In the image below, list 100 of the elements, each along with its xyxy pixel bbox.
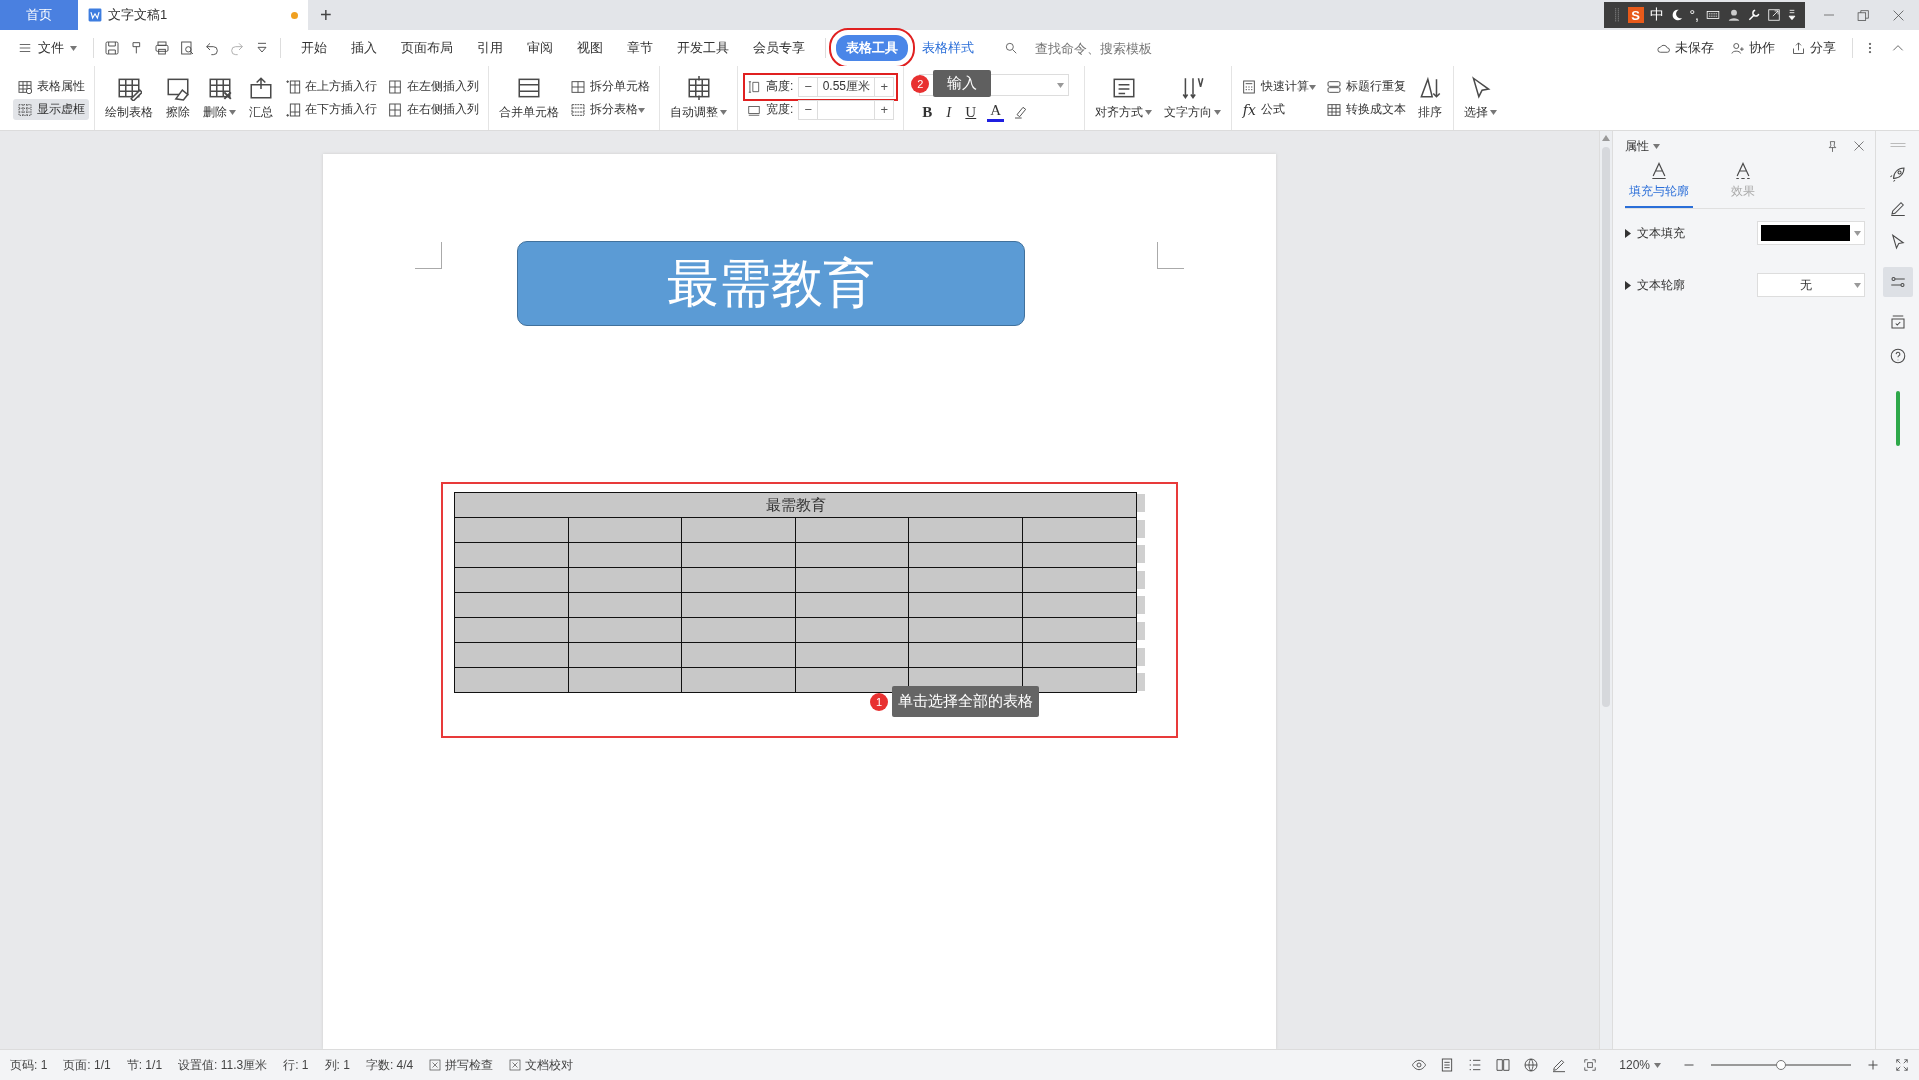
table-cell[interactable] <box>454 592 569 618</box>
row-handle[interactable] <box>1137 596 1145 615</box>
table-cell[interactable] <box>795 642 909 668</box>
rocket-icon[interactable] <box>1888 165 1907 183</box>
row-handle[interactable] <box>1137 673 1145 692</box>
table-cell[interactable] <box>454 567 569 593</box>
caret-icon[interactable] <box>1145 110 1153 115</box>
ribbon-button[interactable]: 合并单元格 <box>494 68 564 128</box>
table-title-cell[interactable]: 最需教育 <box>454 492 1137 518</box>
inbox-check-icon[interactable] <box>1888 313 1907 331</box>
ribbon-button[interactable]: 显示虚框 <box>13 99 89 120</box>
select-dropdown[interactable]: 无 <box>1757 273 1865 297</box>
color-dropdown[interactable] <box>1757 221 1865 245</box>
caret-icon[interactable] <box>1214 110 1222 115</box>
ribbon-button[interactable]: 快速计算 <box>1237 76 1321 97</box>
table-cell[interactable] <box>1022 542 1137 568</box>
ribbon-button[interactable]: 擦除 <box>160 68 196 128</box>
table-cell[interactable] <box>908 517 1023 543</box>
ribbon-button[interactable]: 对齐方式 <box>1090 68 1158 128</box>
caret-icon[interactable] <box>1309 85 1317 90</box>
ribbon-button[interactable]: 删除 <box>198 68 241 128</box>
table-cell[interactable] <box>568 592 682 618</box>
eye-icon[interactable] <box>1411 1057 1428 1073</box>
ribbon-button[interactable]: 自动调整 <box>665 68 732 128</box>
row-handle[interactable] <box>1137 545 1145 564</box>
table-cell[interactable] <box>795 567 909 593</box>
ribbon-button[interactable]: 排序 <box>1412 68 1449 128</box>
table-cell[interactable] <box>681 517 796 543</box>
ribbon-button[interactable]: 标题行重复 <box>1322 76 1411 97</box>
save-icon[interactable] <box>104 40 120 56</box>
caret-icon[interactable] <box>1654 1062 1661 1068</box>
fit-page-icon[interactable] <box>1583 1058 1598 1072</box>
drag-handle-icon[interactable] <box>1888 141 1907 149</box>
ribbon-button[interactable]: 文字方向 <box>1159 68 1227 128</box>
menu-tab[interactable]: 开始 <box>291 35 337 61</box>
caret-icon[interactable] <box>229 110 236 115</box>
caret-icon[interactable] <box>1854 230 1861 236</box>
menu-tab[interactable]: 开发工具 <box>667 35 739 61</box>
row-handle[interactable] <box>1137 622 1145 640</box>
zoom-level[interactable]: 120% <box>1613 1057 1667 1073</box>
table-cell[interactable] <box>568 517 682 543</box>
underline-button[interactable]: U <box>962 103 980 121</box>
table-cell[interactable] <box>681 617 796 643</box>
decrement-button[interactable]: − <box>798 99 819 120</box>
menu-tab[interactable]: 视图 <box>567 35 613 61</box>
ime-punctuation[interactable]: °, <box>1689 7 1699 23</box>
size-input[interactable]: 0.55厘米 <box>818 76 875 97</box>
caret-icon[interactable] <box>720 110 727 115</box>
status-toggle[interactable]: 拼写检查 <box>429 1056 494 1074</box>
table-cell[interactable] <box>568 617 682 643</box>
menu-tab[interactable]: 表格样式 <box>912 35 984 61</box>
table-cell[interactable] <box>795 617 909 643</box>
caret-icon[interactable] <box>70 45 77 51</box>
ribbon-button[interactable]: 拆分表格 <box>566 99 654 120</box>
row-handle[interactable] <box>1137 647 1145 666</box>
row-handle[interactable] <box>1137 570 1145 589</box>
keyboard-icon[interactable] <box>1705 8 1721 22</box>
print-preview-icon[interactable] <box>179 40 195 56</box>
menu-tab[interactable]: 章节 <box>617 35 663 61</box>
menu-tab[interactable]: 审阅 <box>517 35 563 61</box>
table-cell[interactable] <box>1022 617 1137 643</box>
table-cell[interactable] <box>681 667 796 693</box>
increment-button[interactable]: + <box>874 76 895 97</box>
table-cell[interactable] <box>454 642 569 668</box>
expand-arrow-icon[interactable] <box>1625 228 1631 238</box>
table-cell[interactable] <box>454 517 569 543</box>
increment-button[interactable]: + <box>874 99 895 120</box>
row-handle[interactable] <box>1137 519 1145 538</box>
ime-mode[interactable]: 中 <box>1649 6 1664 24</box>
expand-icon[interactable] <box>1767 8 1781 22</box>
file-menu[interactable]: 文件 <box>12 35 83 61</box>
table-cell[interactable] <box>568 642 682 668</box>
pen-icon[interactable] <box>1551 1057 1568 1073</box>
ribbon-button[interactable]: 表格属性 <box>13 76 89 97</box>
caret-icon[interactable] <box>1057 82 1065 88</box>
menu-icon[interactable] <box>1787 8 1797 22</box>
zoom-in-icon[interactable] <box>1867 1059 1879 1071</box>
ribbon-button[interactable]: 转换成文本 <box>1322 99 1411 120</box>
table-cell[interactable] <box>908 567 1023 593</box>
ribbon-button[interactable]: 绘制表格 <box>100 68 158 128</box>
caret-icon[interactable] <box>1490 110 1498 115</box>
ribbon-button[interactable]: 在下方插入行 <box>281 99 381 120</box>
size-input[interactable] <box>818 99 875 120</box>
table-cell[interactable] <box>454 667 569 693</box>
fullscreen-icon[interactable] <box>1895 1058 1909 1072</box>
table-cell[interactable] <box>681 542 796 568</box>
decrement-button[interactable]: − <box>798 76 819 97</box>
table-cell[interactable] <box>1022 567 1137 593</box>
caret-icon[interactable] <box>638 108 645 113</box>
ribbon-button[interactable]: 在左侧插入列 <box>383 76 483 97</box>
toolbar-link[interactable]: 协作 <box>1724 37 1781 59</box>
ribbon-button[interactable]: 在右侧插入列 <box>383 99 483 120</box>
table-cell[interactable] <box>795 592 909 618</box>
caret-icon[interactable] <box>1653 143 1660 149</box>
table-cell[interactable] <box>568 667 682 693</box>
document-tab[interactable]: 文字文稿1 <box>78 0 308 30</box>
toolbar-link[interactable]: 分享 <box>1785 37 1842 59</box>
table-cell[interactable] <box>681 592 796 618</box>
help-icon[interactable] <box>1888 347 1907 365</box>
menu-tab[interactable]: 引用 <box>467 35 513 61</box>
